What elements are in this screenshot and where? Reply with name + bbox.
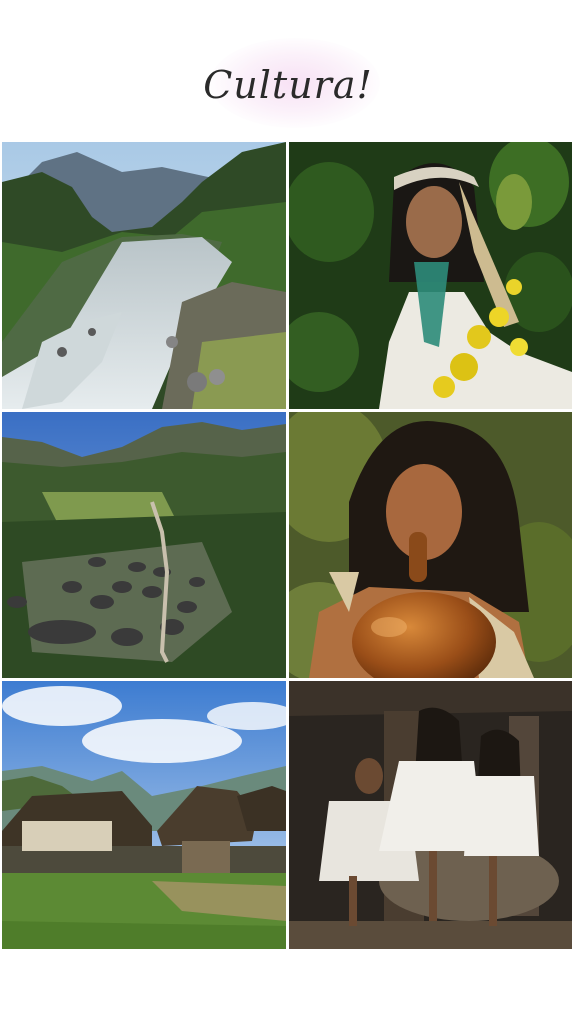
girl-drinking-gourd-photo: [289, 412, 572, 678]
photo-river: [2, 142, 286, 409]
title-area: Cultura!: [0, 40, 576, 130]
family-portrait-photo: [289, 681, 572, 949]
thatched-huts-photo: [2, 681, 286, 949]
indigenous-girl-flowers-photo: [289, 142, 572, 409]
photo-village-aerial: [2, 412, 286, 678]
photo-girl-gourd: [289, 412, 572, 678]
river-landscape-photo: [2, 142, 286, 409]
page-title: Cultura!: [203, 63, 373, 107]
photo-family: [289, 681, 572, 949]
photo-huts: [2, 681, 286, 949]
village-aerial-photo: [2, 412, 286, 678]
photo-girl-flowers: [289, 142, 572, 409]
